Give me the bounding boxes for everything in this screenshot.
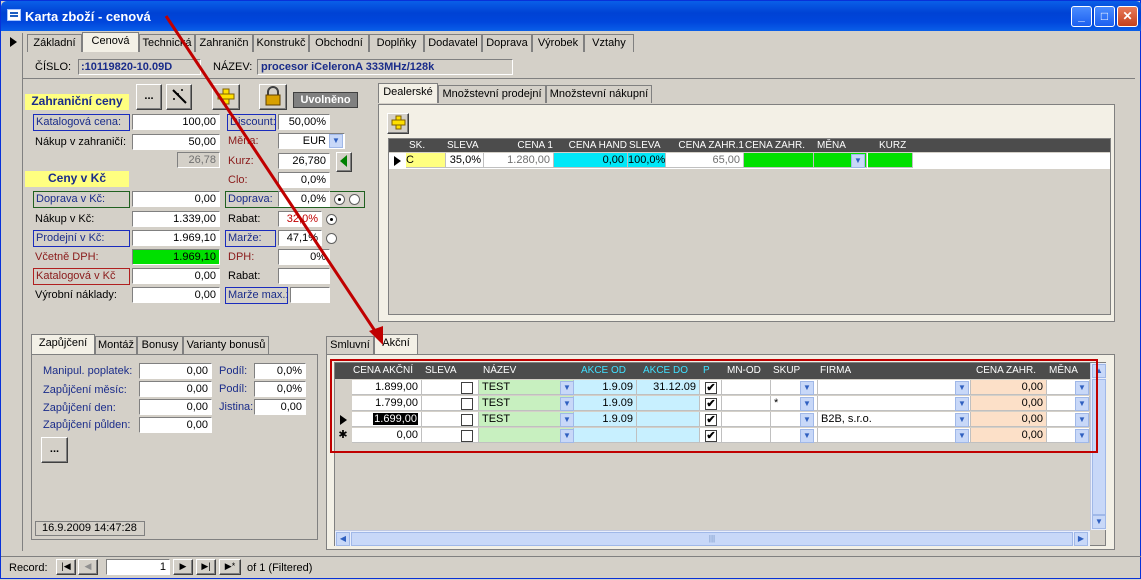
next-record-button[interactable]: ▶ bbox=[173, 559, 193, 575]
application-window: Karta zboží - cenová _ □ ✕ Základní Cenov… bbox=[0, 0, 1141, 579]
record-label: Record: bbox=[9, 562, 48, 574]
record-number-field[interactable]: 1 bbox=[106, 559, 170, 575]
record-count: of 1 (Filtered) bbox=[247, 562, 313, 574]
previous-record-button[interactable]: ◀ bbox=[78, 559, 98, 575]
record-navigation-bar bbox=[1, 556, 1141, 578]
last-record-button[interactable]: ▶| bbox=[196, 559, 216, 575]
annotation-arrow bbox=[164, 15, 383, 345]
first-record-button[interactable]: |◀ bbox=[56, 559, 76, 575]
new-record-button[interactable]: ▶* bbox=[219, 559, 241, 575]
